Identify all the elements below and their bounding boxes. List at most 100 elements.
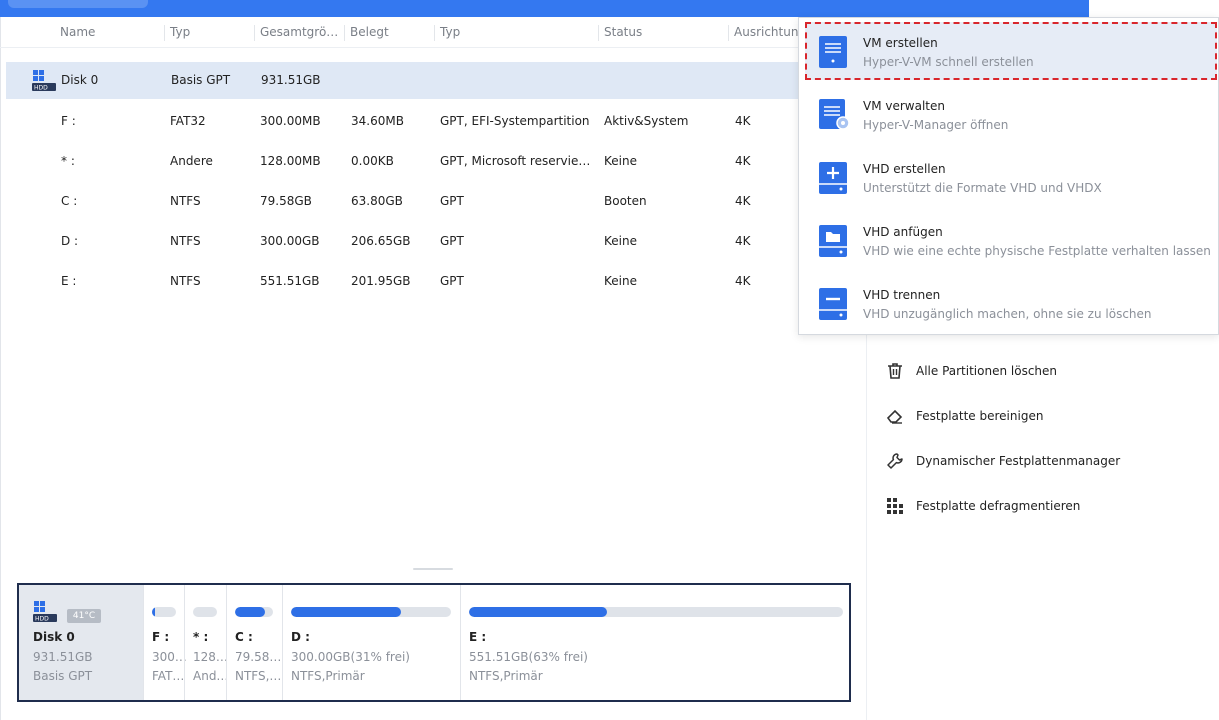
wrench-icon <box>886 452 904 470</box>
virtual-disk-menu: VM erstellen Hyper-V-VM schnell erstelle… <box>798 17 1219 335</box>
partition-row[interactable]: D : NTFS 300.00GB 206.65GB GPT Keine 4K <box>6 223 866 260</box>
action-label: Festplatte bereinigen <box>916 409 1044 423</box>
action-defragment[interactable]: Festplatte defragmentieren <box>886 494 1086 520</box>
disk-map-partition[interactable]: D : 300.00GB(31% frei) NTFS,Primär <box>282 585 460 700</box>
partition-align: 4K <box>735 274 751 288</box>
menu-item-attach-vhd[interactable]: VHD anfügen VHD wie eine echte physische… <box>805 211 1217 269</box>
disk-map[interactable]: HDD 41°C Disk 0 931.51GB Basis GPT F : 3… <box>17 583 851 702</box>
partition-name: C : <box>61 194 78 208</box>
col-type[interactable]: Typ <box>440 25 460 39</box>
partition-status: Keine <box>604 274 637 288</box>
partition-size: 551.51GB(63% frei) <box>469 650 588 664</box>
partition-status: Aktiv&System <box>604 114 689 128</box>
disk-map-partition[interactable]: F : 300… FAT… <box>143 585 187 700</box>
col-separator[interactable] <box>598 25 599 41</box>
vm-create-icon <box>819 36 847 68</box>
disk-name: Disk 0 <box>61 73 99 87</box>
partition-label: E : <box>469 630 487 644</box>
usage-bar <box>235 607 273 617</box>
partition-fs: FAT32 <box>170 114 206 128</box>
menu-item-subtitle: VHD unzugänglich machen, ohne sie zu lös… <box>863 307 1152 321</box>
partition-row[interactable]: * : Andere 128.00MB 0.00KB GPT, Microsof… <box>6 143 866 180</box>
action-dynamic-disk-manager[interactable]: Dynamischer Festplattenmanager <box>886 449 1126 475</box>
partition-align: 4K <box>735 234 751 248</box>
disk-map-partition[interactable]: C : 79.58… NTFS,… <box>226 585 282 700</box>
usage-bar <box>193 607 217 617</box>
menu-item-manage-vm[interactable]: VM verwalten Hyper-V-Manager öffnen <box>805 85 1217 143</box>
partition-status: Keine <box>604 154 637 168</box>
col-separator[interactable] <box>344 25 345 41</box>
top-ribbon <box>0 0 1089 17</box>
col-alignment[interactable]: Ausrichtung <box>734 25 806 39</box>
usage-bar <box>152 607 176 617</box>
trash-icon <box>886 362 904 380</box>
usage-bar <box>469 607 843 617</box>
column-header: Name Typ Gesamtgrö… Belegt Typ Status Au… <box>0 17 866 48</box>
menu-item-detach-vhd[interactable]: VHD trennen VHD unzugänglich machen, ohn… <box>805 274 1217 332</box>
partition-align: 4K <box>735 194 751 208</box>
partition-used: 0.00KB <box>351 154 394 168</box>
disk-map-disk-card[interactable]: HDD 41°C Disk 0 931.51GB Basis GPT <box>19 585 143 700</box>
partition-size: 300.00GB <box>260 234 320 248</box>
vhd-attach-icon <box>819 225 847 257</box>
partition-name: * : <box>61 154 75 168</box>
partition-size: 79.58GB <box>260 194 312 208</box>
menu-item-subtitle: Unterstützt die Formate VHD und VHDX <box>863 181 1102 195</box>
vhd-create-icon <box>819 162 847 194</box>
menu-item-title: VHD erstellen <box>863 162 946 176</box>
menu-item-title: VM verwalten <box>863 99 945 113</box>
partition-row[interactable]: C : NTFS 79.58GB 63.80GB GPT Booten 4K <box>6 183 866 220</box>
usage-bar-fill <box>291 607 402 617</box>
partition-row[interactable]: E : NTFS 551.51GB 201.95GB GPT Keine 4K <box>6 263 866 300</box>
disk-map-partition[interactable]: * : 128… And… <box>184 585 229 700</box>
partition-fs: And… <box>193 669 229 683</box>
panel-splitter[interactable] <box>413 568 453 570</box>
partition-size: 300.00GB(31% frei) <box>291 650 410 664</box>
ribbon-tab[interactable] <box>8 0 148 8</box>
col-fs[interactable]: Typ <box>170 25 190 39</box>
partition-size: 79.58… <box>235 650 282 664</box>
partition-size: 551.51GB <box>260 274 320 288</box>
usage-bar <box>291 607 451 617</box>
disk-row[interactable]: HDD Disk 0 Basis GPT 931.51GB <box>6 62 866 99</box>
col-separator[interactable] <box>434 25 435 41</box>
action-wipe-disk[interactable]: Festplatte bereinigen <box>886 404 1086 430</box>
partition-type: GPT, EFI-Systempartition <box>440 114 590 128</box>
partition-size: 128… <box>193 650 228 664</box>
col-status[interactable]: Status <box>604 25 642 39</box>
svg-text:HDD: HDD <box>34 85 48 92</box>
menu-item-title: VM erstellen <box>863 36 938 50</box>
partition-name: D : <box>61 234 79 248</box>
partition-size: 300.00MB <box>260 114 321 128</box>
partition-fs: NTFS <box>170 274 201 288</box>
usage-bar-fill <box>152 607 155 617</box>
col-used[interactable]: Belegt <box>350 25 389 39</box>
menu-item-create-vm[interactable]: VM erstellen Hyper-V-VM schnell erstelle… <box>805 22 1217 80</box>
partition-status: Keine <box>604 234 637 248</box>
partition-status: Booten <box>604 194 647 208</box>
partition-align: 4K <box>735 154 751 168</box>
col-separator[interactable] <box>728 25 729 41</box>
menu-item-subtitle: Hyper-V-Manager öffnen <box>863 118 1009 132</box>
partition-label: F : <box>152 630 170 644</box>
col-size[interactable]: Gesamtgrö… <box>260 25 338 39</box>
partition-align: 4K <box>735 114 751 128</box>
disk-size: 931.51GB <box>261 73 321 87</box>
disk-map-disk-type: Basis GPT <box>33 669 93 683</box>
menu-item-subtitle: Hyper-V-VM schnell erstellen <box>863 55 1034 69</box>
partition-row[interactable]: F : FAT32 300.00MB 34.60MB GPT, EFI-Syst… <box>6 103 866 140</box>
partition-fs: NTFS,Primär <box>469 669 543 683</box>
eraser-icon <box>886 407 904 425</box>
menu-item-create-vhd[interactable]: VHD erstellen Unterstützt die Formate VH… <box>805 148 1217 206</box>
disk-map-disk-name: Disk 0 <box>33 630 75 644</box>
col-separator[interactable] <box>254 25 255 41</box>
partition-label: C : <box>235 630 253 644</box>
disk-map-partition[interactable]: E : 551.51GB(63% frei) NTFS,Primär <box>460 585 850 700</box>
col-name[interactable]: Name <box>60 25 95 39</box>
partition-type: GPT <box>440 234 464 248</box>
partition-used: 63.80GB <box>351 194 403 208</box>
partition-label: D : <box>291 630 310 644</box>
action-delete-all-partitions[interactable]: Alle Partitionen löschen <box>886 359 1086 385</box>
partition-fs: NTFS,… <box>235 669 282 683</box>
col-separator[interactable] <box>164 25 165 41</box>
